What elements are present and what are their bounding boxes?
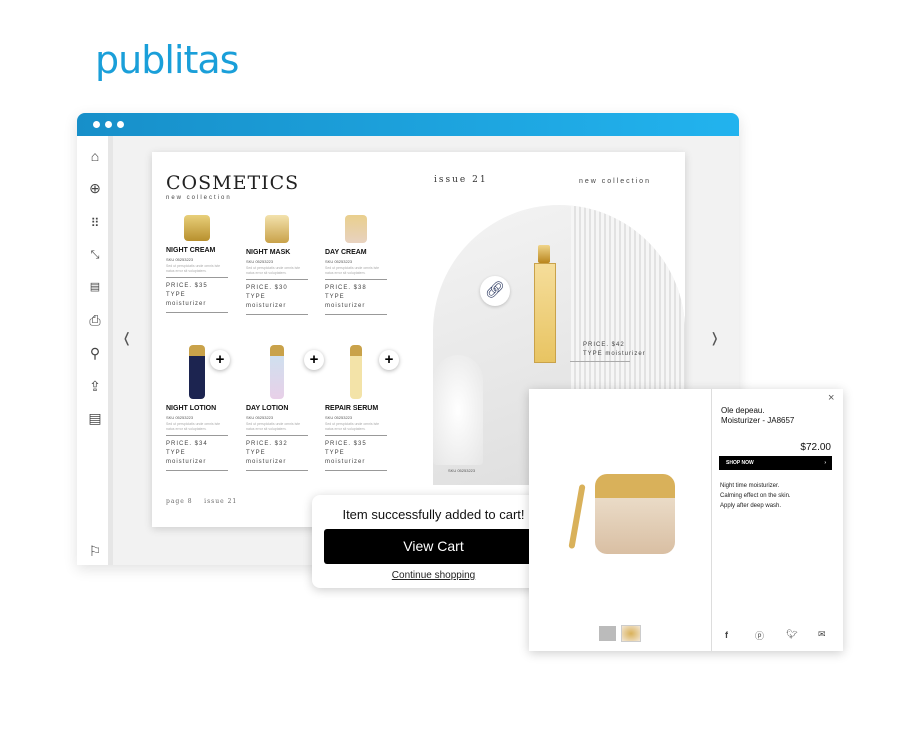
page-title: COSMETICS [166, 172, 300, 194]
view-cart-button[interactable]: View Cart [323, 529, 544, 564]
product-name: NIGHT CREAM [166, 247, 216, 254]
flag-icon[interactable]: ⚐ [77, 541, 113, 561]
product-card[interactable]: DAY CREAM SKU 05253223 Sed ut perspiciat… [325, 215, 387, 315]
product-desc: Sed ut perspiciatis unde omnis iste natu… [246, 422, 301, 431]
product-desc: Sed ut perspiciatis unde omnis iste natu… [166, 264, 221, 273]
print-icon[interactable]: ⎙ [77, 310, 113, 330]
product-image [270, 345, 284, 399]
add-to-cart-plus-icon[interactable]: + [210, 350, 230, 370]
prev-page-arrow[interactable]: ‹ [124, 318, 130, 357]
product-price: PRICE. $32 [246, 441, 288, 447]
feature-price: PRICE. $42 [583, 342, 625, 348]
product-type: TYPE moisturizer [166, 450, 207, 465]
product-brand: Ole depeau. [721, 406, 765, 415]
product-image [350, 345, 362, 399]
product-sku: SKU 05253223 [325, 259, 353, 264]
pinterest-icon[interactable]: ⓟ [755, 629, 764, 642]
product-price: PRICE. $35 [325, 441, 367, 447]
cart-notification: Item successfully added to cart! View Ca… [312, 495, 555, 588]
product-type: TYPE moisturizer [325, 450, 366, 465]
email-icon[interactable]: ✉ [818, 629, 826, 640]
zoom-in-icon[interactable]: ⊕ [77, 178, 113, 198]
product-sku: SKU 05253223 [246, 415, 274, 420]
window-dot [117, 121, 124, 128]
next-page-arrow[interactable]: › [712, 318, 718, 357]
cart-message: Item successfully added to cart! [342, 507, 525, 522]
desc-line: Apply after deep wash. [720, 503, 782, 509]
product-sku: SKU 05253223 [325, 415, 353, 420]
continue-shopping-link[interactable]: Continue shopping [312, 570, 555, 581]
window-dot [93, 121, 100, 128]
product-price: PRICE. $35 [166, 283, 208, 289]
product-photo [595, 474, 675, 554]
chevron-right-icon: › [824, 460, 826, 466]
title-bar [77, 113, 739, 136]
product-sku: SKU 05253223 [166, 415, 194, 420]
grid-icon[interactable]: ⠿ [77, 213, 113, 233]
publitas-logo: publitas [95, 38, 239, 82]
product-card[interactable]: DAY LOTION SKU 05253223 Sed ut perspicia… [246, 345, 308, 471]
product-desc: Sed ut perspiciatis unde omnis iste natu… [325, 266, 380, 275]
product-title: Moisturizer - JA8657 [721, 416, 795, 425]
add-to-cart-plus-icon[interactable]: + [304, 350, 324, 370]
product-image [189, 345, 205, 399]
fullscreen-icon[interactable]: ⤡ [77, 245, 113, 265]
issue-label: issue 21 [434, 175, 488, 185]
product-type: TYPE moisturizer [166, 292, 207, 307]
collection-label: new collection [579, 178, 651, 185]
product-type: TYPE moisturizer [246, 294, 287, 309]
shop-now-button[interactable]: SHOP NOW › [719, 456, 832, 470]
product-description: Night time moisturizer. Calming effect o… [720, 481, 791, 511]
product-price: PRICE. $38 [325, 285, 367, 291]
close-icon[interactable]: × [828, 392, 834, 404]
feature-type: TYPE moisturizer [583, 351, 646, 357]
thumbnail-selected[interactable] [621, 625, 641, 642]
product-popup: × Ole depeau. Moisturizer - JA8657 $72.0… [529, 389, 843, 651]
add-to-cart-plus-icon[interactable]: + [379, 350, 399, 370]
product-price: PRICE. $30 [246, 285, 288, 291]
home-icon[interactable]: ⌂ [77, 146, 113, 166]
product-name: DAY LOTION [246, 405, 289, 412]
product-type: TYPE moisturizer [246, 450, 287, 465]
product-desc: Sed ut perspiciatis unde omnis iste natu… [166, 422, 221, 431]
product-image [184, 215, 210, 241]
window-dot [105, 121, 112, 128]
product-desc: Sed ut perspiciatis unde omnis iste natu… [246, 266, 301, 275]
search-icon[interactable]: ⚲ [77, 343, 113, 363]
product-desc: Sed ut perspiciatis unde omnis iste natu… [325, 422, 380, 431]
product-price: PRICE. $34 [166, 441, 208, 447]
feature-sku: SKU 05253223 [448, 468, 476, 473]
product-card[interactable]: NIGHT MASK SKU 05253223 Sed ut perspicia… [246, 215, 308, 315]
product-image [345, 215, 367, 243]
product-name: REPAIR SERUM [325, 405, 379, 412]
shop-now-label: SHOP NOW [726, 460, 754, 466]
page-footer: page 8 issue 21 [166, 498, 238, 505]
product-sku: SKU 05253223 [246, 259, 274, 264]
product-name: DAY CREAM [325, 249, 367, 256]
pdf-download-icon[interactable]: ▤ [77, 277, 113, 297]
product-type: TYPE moisturizer [325, 294, 366, 309]
desc-line: Calming effect on the skin. [720, 493, 791, 499]
thumbnail[interactable] [599, 626, 616, 641]
desc-line: Night time moisturizer. [720, 483, 780, 489]
product-sku: SKU 05253223 [166, 257, 194, 262]
page-subtitle: new collection [166, 195, 232, 201]
product-card[interactable]: REPAIR SERUM SKU 05253223 Sed ut perspic… [325, 345, 387, 471]
product-card[interactable]: NIGHT CREAM SKU 05253223 Sed ut perspici… [166, 215, 228, 313]
link-icon[interactable]: 🔗︎ [480, 276, 510, 306]
twitter-icon[interactable]: 🐦︎ [786, 629, 797, 640]
product-name: NIGHT MASK [246, 249, 291, 256]
sidebar: ⌂ ⊕ ⠿ ⤡ ▤ ⎙ ⚲ ⇪ ▤ ⚐ [77, 136, 113, 565]
share-icon[interactable]: ⇪ [77, 376, 113, 396]
notes-icon[interactable]: ▤ [77, 408, 113, 428]
facebook-icon[interactable]: f [725, 630, 728, 640]
product-name: NIGHT LOTION [166, 405, 217, 412]
product-image [265, 215, 289, 243]
product-price: $72.00 [800, 442, 831, 453]
